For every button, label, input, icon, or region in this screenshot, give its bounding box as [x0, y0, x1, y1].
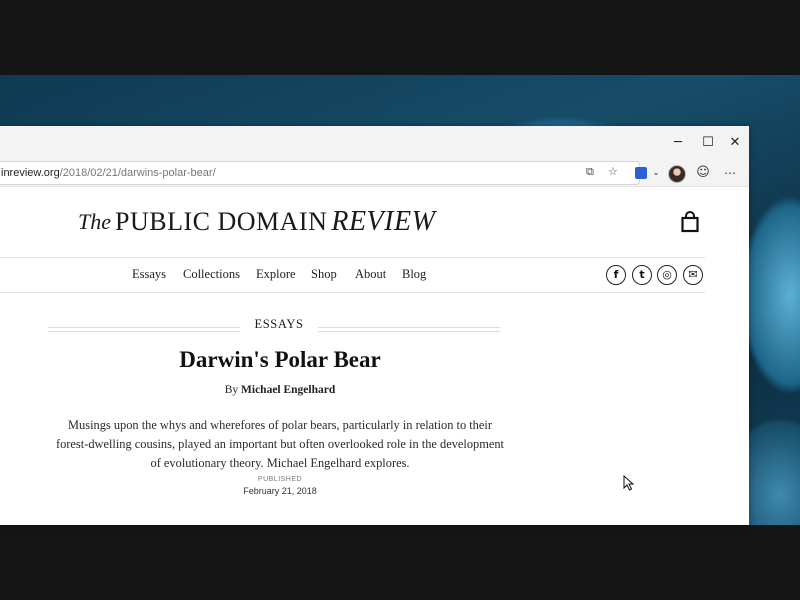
- reader-view-icon[interactable]: ⧉: [586, 162, 594, 182]
- section-rule-right: [318, 327, 500, 332]
- nav-top-rule: [0, 257, 705, 258]
- letterbox-bottom: [0, 525, 800, 600]
- close-button[interactable]: ✕: [724, 132, 746, 154]
- more-menu-icon[interactable]: ⋯: [721, 163, 739, 183]
- section-rule-left: [48, 327, 240, 332]
- twitter-icon[interactable]: t: [632, 265, 652, 285]
- nav-bottom-rule: [0, 292, 705, 293]
- nav-blog[interactable]: Blog: [402, 267, 426, 282]
- web-page: The PUBLIC DOMAIN REVIEW Essays Collecti…: [0, 187, 749, 525]
- nav-about[interactable]: About: [355, 267, 386, 282]
- email-icon[interactable]: ✉: [683, 265, 703, 285]
- standfirst: Musings upon the whys and wherefores of …: [40, 416, 520, 473]
- chevron-down-icon[interactable]: ⌄: [650, 163, 662, 183]
- standfirst-line: forest-dwelling cousins, played an impor…: [55, 437, 504, 451]
- nav-essays[interactable]: Essays: [132, 267, 166, 282]
- nav-collections[interactable]: Collections: [183, 267, 240, 282]
- nav-explore[interactable]: Explore: [256, 267, 296, 282]
- published-label: PUBLISHED: [257, 476, 303, 483]
- site-logo[interactable]: The PUBLIC DOMAIN REVIEW: [78, 206, 435, 238]
- logo-main: PUBLIC DOMAIN: [115, 207, 328, 236]
- standfirst-line: of evolutionary theory. Michael Engelhar…: [150, 456, 410, 470]
- browser-window: ─ ☐ ✕ inreview.org/2018/02/21/darwins-po…: [0, 126, 749, 525]
- profile-avatar[interactable]: [668, 165, 686, 183]
- minimize-button[interactable]: ─: [667, 132, 689, 154]
- article-title: Darwin's Polar Bear: [179, 347, 381, 372]
- nav-shop[interactable]: Shop: [311, 267, 337, 282]
- logo-review: REVIEW: [331, 206, 436, 237]
- address-bar[interactable]: inreview.org/2018/02/21/darwins-polar-be…: [0, 161, 640, 185]
- mouse-cursor-icon: [623, 475, 635, 491]
- logo-the: The: [78, 209, 111, 234]
- extension-icon[interactable]: [634, 163, 648, 183]
- url-domain: inreview.org: [1, 167, 60, 179]
- favorites-star-icon[interactable]: ☆: [608, 162, 618, 182]
- address-row: inreview.org/2018/02/21/darwins-polar-be…: [0, 160, 749, 187]
- title-bar: ─ ☐ ✕: [0, 126, 749, 160]
- byline-prefix: By: [224, 384, 239, 396]
- emoji-feedback-icon[interactable]: ☺: [694, 163, 712, 183]
- byline: By Michael Engelhard: [60, 384, 500, 396]
- author-link[interactable]: Michael Engelhard: [241, 384, 335, 396]
- maximize-button[interactable]: ☐: [697, 132, 719, 154]
- instagram-icon[interactable]: ◎: [657, 265, 677, 285]
- url-path: /2018/02/21/darwins-polar-bear/: [59, 167, 216, 179]
- published-date: February 21, 2018: [243, 486, 317, 496]
- standfirst-line: Musings upon the whys and wherefores of …: [68, 418, 492, 432]
- section-label[interactable]: ESSAYS: [245, 317, 313, 332]
- facebook-icon[interactable]: f: [606, 265, 626, 285]
- shopping-bag-icon[interactable]: [681, 211, 699, 233]
- letterbox-top: [0, 0, 800, 75]
